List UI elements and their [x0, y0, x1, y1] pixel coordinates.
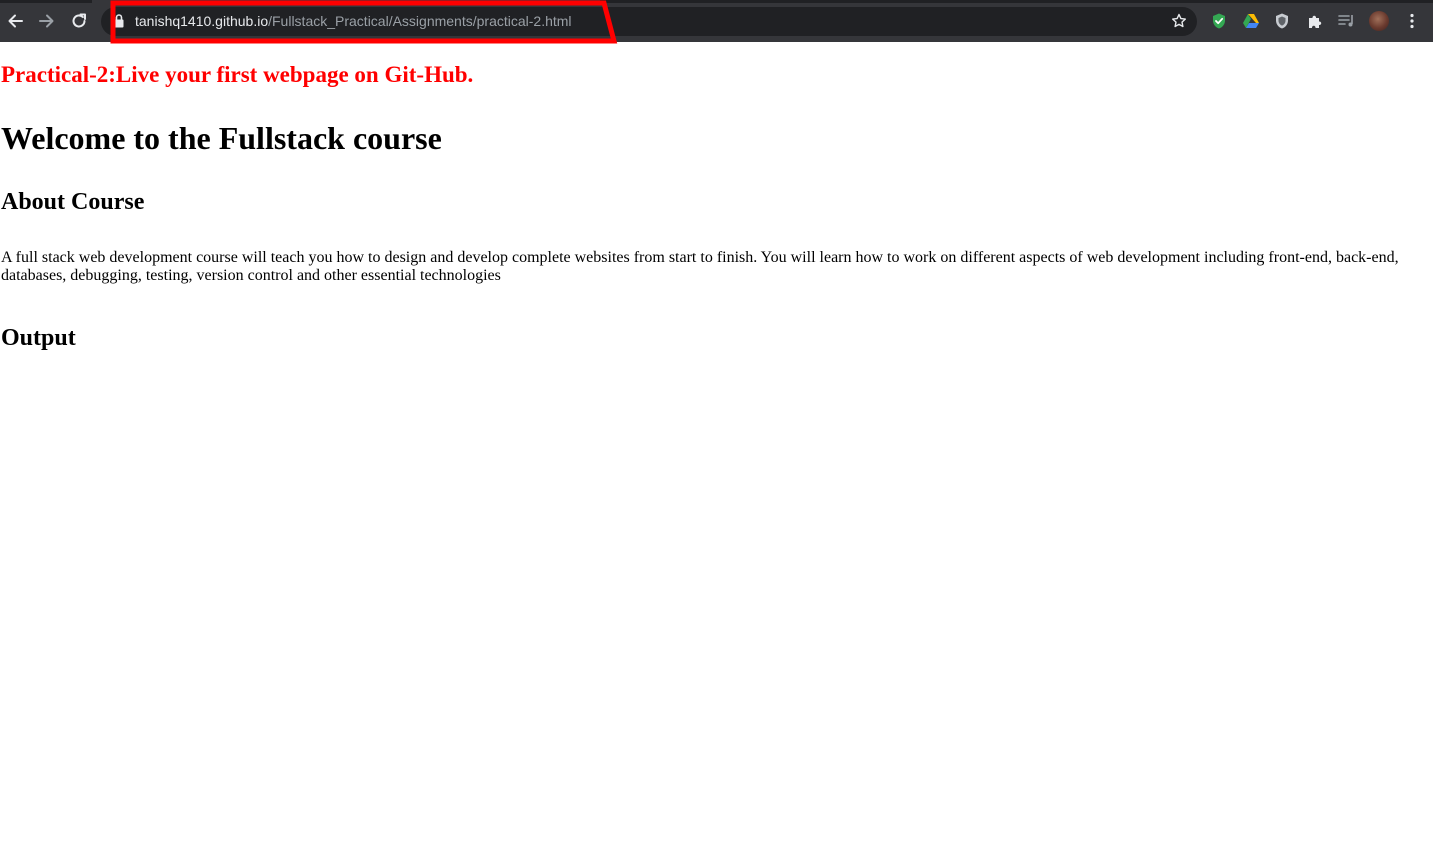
extension-shield-check[interactable]: [1209, 11, 1229, 31]
about-paragraph: A full stack web development course will…: [1, 249, 1399, 284]
browser-toolbar: tanishq1410.github.io/Fullstack_Practica…: [0, 0, 1433, 42]
tab-strip-edge: [600, 0, 1433, 3]
avatar[interactable]: [1369, 11, 1389, 31]
forward-arrow-icon: [39, 14, 54, 28]
extension-shield[interactable]: [1272, 11, 1292, 31]
media-queue-icon: [1338, 15, 1353, 27]
star-icon: [1172, 13, 1186, 28]
reload-icon: [72, 13, 86, 28]
back-button[interactable]: [3, 9, 27, 33]
output-heading: Output: [1, 325, 76, 351]
url-path: /Fullstack_Practical/Assignments/practic…: [268, 13, 572, 29]
tab-strip-edge: [0, 0, 92, 3]
three-dot-menu-icon: [1410, 13, 1414, 29]
extension-google-drive[interactable]: [1241, 11, 1261, 31]
url-text[interactable]: tanishq1410.github.io/Fullstack_Practica…: [135, 13, 572, 30]
lock-icon[interactable]: [113, 13, 125, 29]
shield-check-icon: [1213, 13, 1225, 29]
google-drive-icon: [1243, 14, 1259, 28]
about-heading: About Course: [1, 189, 145, 215]
shield-icon: [1276, 13, 1288, 29]
extensions-button[interactable]: [1305, 11, 1325, 31]
browser-menu-button[interactable]: [1402, 11, 1422, 31]
bookmark-button[interactable]: [1169, 11, 1189, 31]
page-title: Welcome to the Fullstack course: [1, 120, 442, 156]
puzzle-icon: [1309, 15, 1322, 28]
url-host: tanishq1410.github.io: [135, 13, 269, 29]
reload-button[interactable]: [67, 9, 91, 33]
forward-button[interactable]: [35, 9, 59, 33]
media-queue-button[interactable]: [1337, 11, 1357, 31]
back-arrow-icon: [8, 14, 23, 28]
practical-subtitle: Practical-2:Live your first webpage on G…: [1, 62, 474, 87]
